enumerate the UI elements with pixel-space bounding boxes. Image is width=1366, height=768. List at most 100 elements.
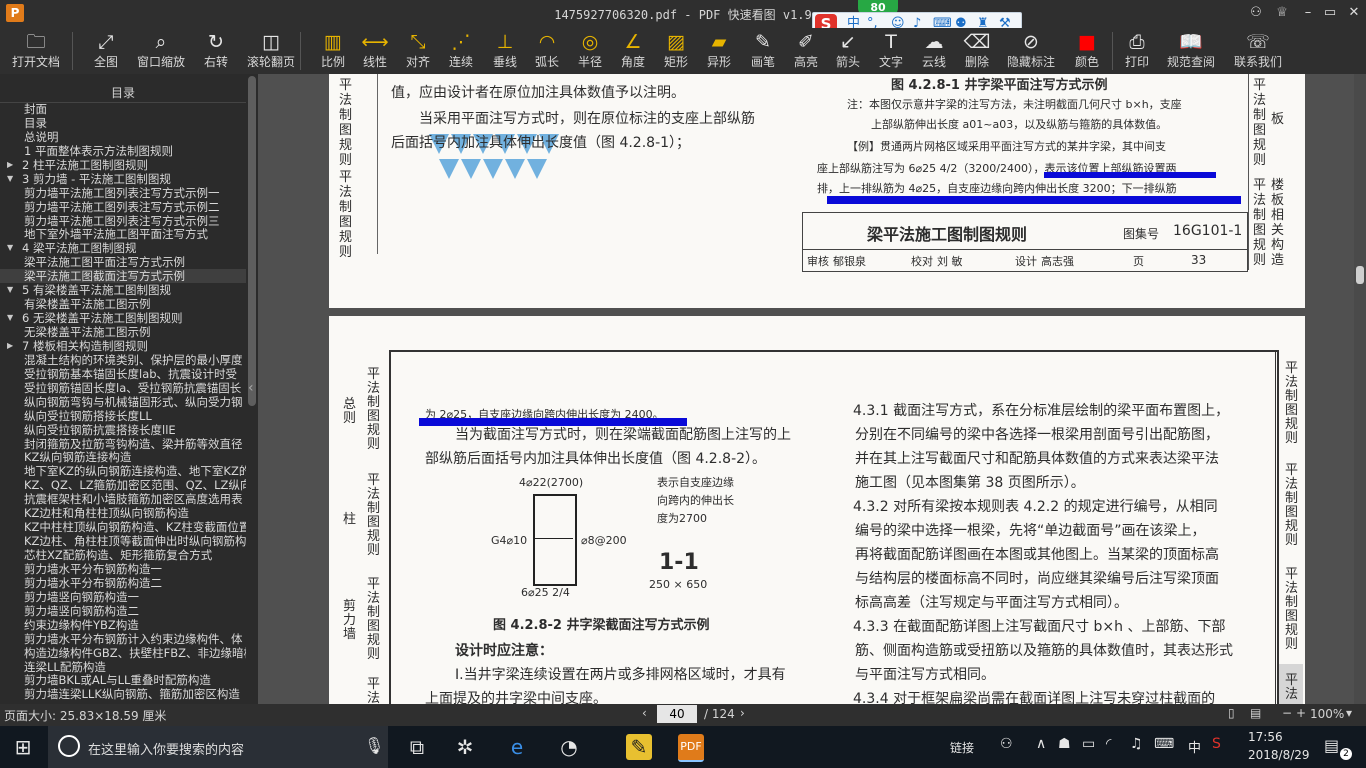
zoom-dropdown-icon[interactable]: ▾ [1346, 706, 1352, 720]
zoom-in-icon[interactable]: + [1296, 706, 1306, 720]
collapse-sidebar-icon[interactable]: ‹ [248, 380, 254, 396]
toolbar-linear-measure-button[interactable]: ⟷ 线性 [355, 30, 395, 74]
sogou-tray-icon[interactable]: S [1212, 736, 1221, 752]
toc-item[interactable]: KZ边柱、角柱柱顶等截面伸出时纵向钢筋构 [0, 534, 246, 548]
volume-icon[interactable]: ♫ [1130, 736, 1143, 752]
highlight-annotation[interactable] [827, 196, 1241, 204]
360-browser-icon[interactable]: ◔ [556, 734, 582, 760]
toc-item[interactable]: KZ纵向钢筋连接构造 [0, 450, 246, 464]
toc-item[interactable]: 抗震框架柱和小墙肢箍筋加密区高度选用表 [0, 492, 246, 506]
links-toolbar[interactable]: 链接 [950, 739, 974, 756]
toc-item[interactable]: ▼ 4 梁平法施工图制图规 [0, 241, 246, 255]
toc-item[interactable]: 剪力墙BKL或AL与LL重叠时配筋构造 [0, 673, 246, 687]
toolbar-zoom-window-button[interactable]: ⌕ 窗口缩放 [133, 30, 189, 74]
toolbar-align-measure-button[interactable]: ⤡ 对齐 [398, 30, 438, 74]
notes-app-icon[interactable]: ✎ [626, 734, 652, 760]
toolbar-polygon-area-button[interactable]: ▰ 异形 [699, 30, 739, 74]
toc-item[interactable]: 剪力墙竖向钢筋构造一 [0, 590, 246, 604]
document-view[interactable]: 平法制图规则 平法制图规则 值，应由设计者在原位加注具体数值予以注明。 当采用平… [258, 74, 1366, 704]
collapse-arrow-icon[interactable]: ▼ [7, 172, 13, 186]
toc-item[interactable]: 剪力墙水平分布钢筋计入约束边缘构件、体 [0, 632, 246, 646]
toc-item[interactable]: 无梁楼盖平法施工图示例 [0, 325, 246, 339]
collapse-arrow-icon[interactable]: ▼ [7, 241, 13, 255]
toolbar-fit-all-button[interactable]: ⤢ 全图 [86, 30, 126, 74]
ime-indicator[interactable]: 中 [1188, 737, 1201, 756]
toc-item[interactable]: 剪力墙平法施工图列表注写方式示例二 [0, 200, 246, 214]
highlight-annotation[interactable] [1044, 172, 1216, 178]
toc-item[interactable]: 芯柱XZ配筋构造、矩形箍筋复合方式 [0, 548, 246, 562]
continuous-view-icon[interactable]: ▤ [1250, 706, 1261, 720]
scrollbar-thumb[interactable] [1356, 266, 1364, 284]
taskbar-search-box[interactable]: 在这里输入你要搜索的内容 🎙 [48, 726, 388, 768]
toc-item[interactable]: 剪力墙水平分布钢筋构造二 [0, 576, 246, 590]
clock-date[interactable]: 2018/8/29 [1248, 748, 1310, 762]
toc-item[interactable]: 梁平法施工图截面注写方式示例 [0, 269, 246, 284]
ie-browser-icon[interactable]: e [504, 734, 530, 760]
expand-arrow-icon[interactable]: ▶ [7, 339, 13, 353]
toc-item[interactable]: 剪力墙平法施工图列表注写方式示例一 [0, 186, 246, 200]
toc-item[interactable]: 剪力墙竖向钢筋构造二 [0, 604, 246, 618]
toolbar-continuous-measure-button[interactable]: ⋰ 连续 [441, 30, 481, 74]
toc-item[interactable]: 封面 [0, 102, 246, 116]
toc-item[interactable]: 纵向受拉钢筋抗震搭接长度llE [0, 423, 246, 437]
toc-item[interactable]: ▼ 3 剪力墙 - 平法施工图制图规 [0, 172, 246, 186]
bluetooth-icon[interactable]: ☗ [1058, 736, 1071, 752]
people-icon[interactable]: ⚇ [1000, 736, 1013, 752]
toc-item[interactable]: ▶ 2 柱平法施工图制图规则 [0, 158, 246, 172]
toolbar-hide-annotation-button[interactable]: ⊘ 隐藏标注 [1003, 30, 1059, 74]
minimize-icon[interactable]: – [1300, 5, 1316, 21]
page-number-input[interactable]: 40 [657, 705, 697, 723]
toolbar-folder-button[interactable]: 🗀 打开文档 [8, 30, 64, 74]
toc-scrollbar[interactable] [248, 76, 256, 406]
toc-item[interactable]: 剪力墙连梁LLK纵向钢筋、箍筋加密区构造 [0, 687, 246, 701]
toolbar-highlighter-button[interactable]: ✐ 高亮 [786, 30, 826, 74]
document-scrollbar[interactable] [1354, 74, 1366, 704]
toolbar-perpendicular-button[interactable]: ⊥ 垂线 [485, 30, 525, 74]
pdf-viewer-taskbar-icon[interactable]: PDF [678, 734, 704, 762]
toc-item[interactable]: 连梁LL配筋构造 [0, 660, 246, 674]
toc-item[interactable]: 剪力墙水平分布钢筋构造一 [0, 562, 246, 576]
toolbar-arrow-button[interactable]: ↙ 箭头 [828, 30, 868, 74]
toc-item[interactable]: ▼ 5 有梁楼盖平法施工图制图规 [0, 283, 246, 297]
clock-time[interactable]: 17:56 [1248, 730, 1283, 744]
expand-arrow-icon[interactable]: ▶ [7, 158, 13, 172]
toc-item[interactable]: ▼ 6 无梁楼盖平法施工图制图规则 [0, 311, 246, 325]
zoom-out-icon[interactable]: − [1282, 706, 1292, 720]
toolbar-radius-button[interactable]: ◎ 半径 [570, 30, 610, 74]
battery-icon[interactable]: ▭ [1082, 736, 1095, 752]
toolbar-color-swatch-button[interactable]: ■ 颜色 [1067, 30, 1107, 74]
toolbar-rectangle-area-button[interactable]: ▨ 矩形 [656, 30, 696, 74]
toolbar-scale-button[interactable]: ▥ 比例 [313, 30, 353, 74]
toc-item[interactable]: 有梁楼盖平法施工图示例 [0, 297, 246, 311]
single-page-view-icon[interactable]: ▯ [1228, 706, 1235, 720]
windows-start-icon[interactable]: ⊞ [10, 734, 36, 760]
toc-item[interactable]: KZ中柱柱顶纵向钢筋构造、KZ柱变截面位置 [0, 520, 246, 534]
user-icon[interactable]: ⚇ [1248, 5, 1264, 21]
collapse-arrow-icon[interactable]: ▼ [7, 283, 13, 297]
toolbar-eraser-button[interactable]: ⌫ 删除 [957, 30, 997, 74]
skin-icon[interactable]: ♕ [1274, 5, 1290, 21]
toc-item[interactable]: 构造边缘构件GBZ、扶壁柱FBZ、非边缘暗柱 [0, 646, 246, 660]
toolbar-cloud-line-button[interactable]: ☁ 云线 [914, 30, 954, 74]
toc-item[interactable]: KZ边柱和角柱柱顶纵向钢筋构造 [0, 506, 246, 520]
prev-page-icon[interactable]: ‹ [642, 706, 647, 720]
action-center-icon[interactable]: ▤ [1324, 736, 1339, 755]
close-icon[interactable]: ✕ [1346, 5, 1362, 21]
toolbar-mouse-wheel-button[interactable]: ◫ 滚轮翻页 [243, 30, 299, 74]
microphone-icon[interactable]: 🎙 [364, 736, 384, 755]
toc-item[interactable]: 地下室KZ的纵向钢筋连接构造、地下室KZ的 [0, 464, 246, 478]
app-pinwheel-icon[interactable]: ✲ [452, 734, 478, 760]
toc-item[interactable]: 纵向钢筋弯钩与机械锚固形式、纵向受力钢 [0, 395, 246, 409]
toolbar-rotate-right-button[interactable]: ↻ 右转 [196, 30, 236, 74]
tray-chevron-icon[interactable]: ∧ [1036, 736, 1046, 752]
toc-item[interactable]: 剪力墙平法施工图列表注写方式示例三 [0, 214, 246, 228]
toc-item[interactable]: 梁平法施工图平面注写方式示例 [0, 255, 246, 269]
collapse-arrow-icon[interactable]: ▼ [7, 311, 13, 325]
toolbar-book-button[interactable]: 📖 规范查阅 [1163, 30, 1219, 74]
touch-keyboard-icon[interactable]: ⌨ [1154, 736, 1174, 752]
wifi-icon[interactable]: ◜ [1106, 736, 1111, 752]
toc-item[interactable]: 地下室外墙平法施工图平面注写方式 [0, 227, 246, 241]
toc-item[interactable]: 受拉钢筋基本锚固长度lab、抗震设计时受 [0, 367, 246, 381]
toc-item[interactable]: KZ、QZ、LZ箍筋加密区范围、QZ、LZ纵向钢 [0, 478, 246, 492]
toc-item[interactable]: 约束边缘构件YBZ构造 [0, 618, 246, 632]
